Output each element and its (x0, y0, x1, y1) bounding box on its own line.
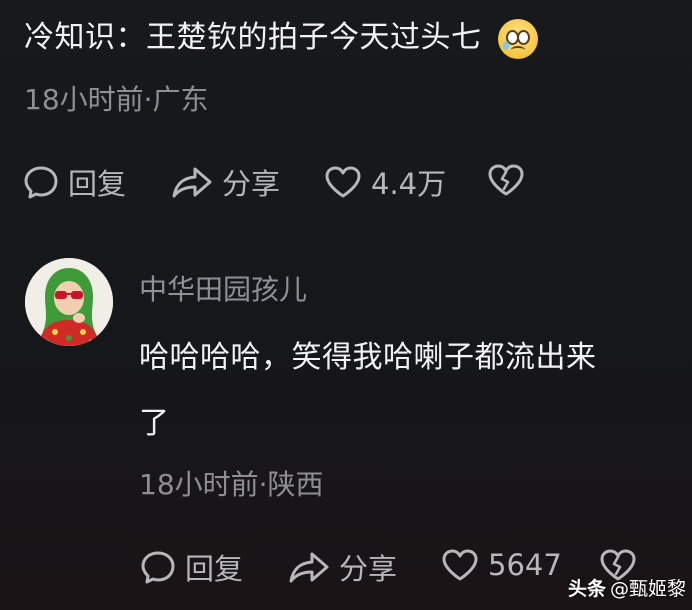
top-comment-text-row: 冷知识：王楚钦的拍子今天过头七 (24, 12, 538, 59)
top-like-button[interactable]: 4.4万 (323, 161, 446, 203)
watermark-author: @甄姬黎 (610, 578, 687, 600)
crying-face-emoji-icon (497, 18, 538, 59)
broken-heart-icon (488, 164, 524, 196)
share-arrow-icon (172, 167, 212, 198)
reply-reply-label: 回复 (185, 552, 244, 586)
reply-comment-meta: 18小时前·陕西 (139, 468, 324, 501)
top-comment-meta: 18小时前·广东 (24, 83, 209, 116)
avatar-image (25, 258, 113, 346)
share-arrow-icon (289, 552, 329, 583)
top-share-label: 分享 (222, 167, 281, 201)
watermark-platform: 头条 (568, 578, 607, 600)
watermark: 头条 @甄姬黎 (568, 574, 686, 601)
top-dislike-button[interactable] (486, 161, 534, 199)
comment-bubble-icon (141, 551, 175, 584)
user-avatar[interactable] (25, 258, 113, 346)
top-like-count: 4.4万 (371, 167, 447, 201)
reply-share-button[interactable]: 分享 (287, 546, 397, 588)
top-comment-text: 冷知识：王楚钦的拍子今天过头七 (24, 20, 482, 55)
top-reply-button[interactable]: 回复 (22, 161, 126, 203)
reply-reply-button[interactable]: 回复 (139, 546, 243, 588)
heart-icon (442, 549, 478, 581)
reply-like-button[interactable]: 5647 (440, 546, 562, 584)
reply-comment-text-line1: 哈哈哈哈，笑得我哈喇子都流出来 (139, 340, 597, 375)
heart-icon (325, 166, 361, 198)
reply-share-label: 分享 (339, 552, 398, 586)
top-reply-label: 回复 (68, 167, 127, 201)
comment-bubble-icon (24, 166, 58, 199)
reply-comment-text-line2: 了 (139, 406, 170, 441)
reply-like-count: 5647 (488, 548, 562, 582)
reply-username[interactable]: 中华田园孩儿 (139, 268, 307, 308)
top-share-button[interactable]: 分享 (170, 161, 280, 203)
